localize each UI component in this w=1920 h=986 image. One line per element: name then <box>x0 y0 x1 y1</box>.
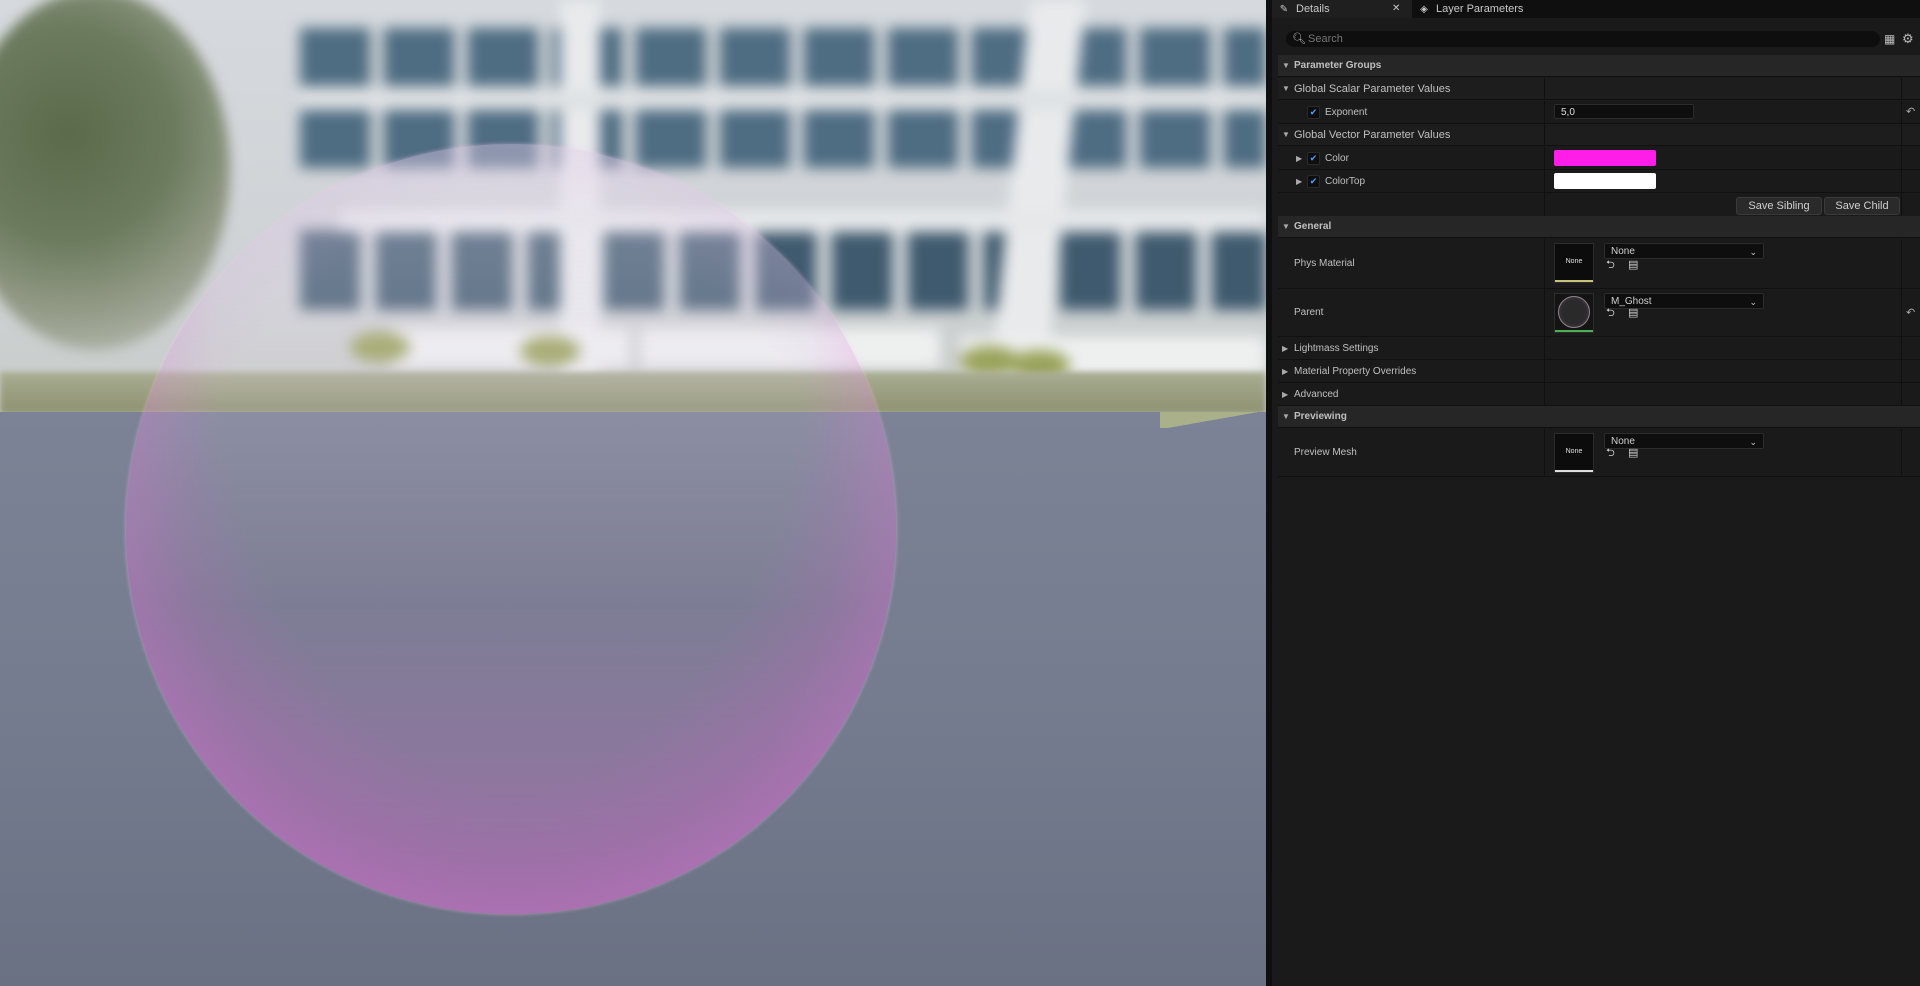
reset-to-default-icon[interactable]: ↶ <box>1906 101 1915 124</box>
param-row-colortop: ▶ ✔ ColorTop <box>1278 170 1920 193</box>
prop-label: Phys Material <box>1294 258 1355 269</box>
param-row-color: ▶ ✔ Color <box>1278 147 1920 170</box>
phys-material-thumbnail[interactable]: None <box>1554 243 1594 283</box>
expand-arrow-icon: ▶ <box>1282 390 1289 399</box>
exponent-value-field[interactable]: 5,0 <box>1554 104 1694 119</box>
tab-details-label: Details <box>1296 3 1330 15</box>
use-selected-icon[interactable]: ⮌ <box>1606 289 1615 337</box>
preview-mesh-thumbnail[interactable]: None <box>1554 433 1594 473</box>
chevron-down-icon: ⌄ <box>1749 247 1757 257</box>
save-child-button[interactable]: Save Child <box>1824 197 1900 215</box>
save-buttons-row: Save Sibling Save Child <box>1278 193 1920 217</box>
chevron-down-icon: ⌄ <box>1749 297 1757 307</box>
param-label: Exponent <box>1325 107 1368 118</box>
browse-folder-icon[interactable]: ▤ <box>1628 429 1638 477</box>
thumbnail-label: None <box>1565 448 1583 455</box>
reset-to-default-icon[interactable]: ↶ <box>1906 289 1915 337</box>
expand-arrow-icon[interactable]: ▶ <box>1296 147 1302 170</box>
search-row: 🔍︎ ▦ ⚙ <box>1272 28 1920 52</box>
exponent-override-checkbox[interactable]: ✔ <box>1307 106 1320 119</box>
table-view-icon[interactable]: ▦ <box>1884 33 1896 45</box>
collapse-arrow-icon: ▼ <box>1282 130 1290 139</box>
param-label: Color <box>1325 153 1349 164</box>
category-label: Previewing <box>1294 411 1347 422</box>
tab-bar: ✎ Details ✕ ◈ Layer Parameters <box>1272 0 1920 18</box>
save-sibling-button[interactable]: Save Sibling <box>1736 197 1822 215</box>
group-label: Global Vector Parameter Values <box>1294 129 1451 141</box>
gear-icon[interactable]: ⚙ <box>1902 32 1914 46</box>
preview-sphere-glow <box>126 144 896 914</box>
group-global-scalar[interactable]: ▼ Global Scalar Parameter Values <box>1278 78 1920 100</box>
category-parameter-groups[interactable]: ▼ Parameter Groups <box>1278 55 1920 77</box>
tab-layer-label: Layer Parameters <box>1436 3 1524 15</box>
details-panel: ✎ Details ✕ ◈ Layer Parameters 🔍︎ ▦ ⚙ ▼ Pa… <box>1266 0 1920 986</box>
group-label: Global Scalar Parameter Values <box>1294 83 1451 95</box>
collapse-arrow-icon: ▼ <box>1282 222 1290 231</box>
browse-folder-icon[interactable]: ▤ <box>1628 239 1638 291</box>
search-input[interactable] <box>1308 31 1868 47</box>
expand-arrow-icon: ▶ <box>1282 344 1289 353</box>
collapse-arrow-icon: ▼ <box>1282 61 1290 70</box>
param-row-exponent: ✔ Exponent 5,0 ↶ <box>1278 101 1920 124</box>
expand-arrow-icon[interactable]: ▶ <box>1296 170 1302 193</box>
section-label: Lightmass Settings <box>1294 343 1379 354</box>
tab-details[interactable]: ✎ Details ✕ <box>1272 0 1412 18</box>
colortop-swatch[interactable] <box>1554 173 1656 189</box>
section-advanced[interactable]: ▶ Advanced <box>1278 383 1920 406</box>
prop-label: Preview Mesh <box>1294 447 1357 458</box>
floor-edge <box>1160 412 1266 428</box>
param-label: ColorTop <box>1325 176 1366 187</box>
level-viewport[interactable] <box>0 0 1266 986</box>
thumbnail-label: None <box>1565 258 1583 265</box>
category-label: General <box>1294 221 1332 232</box>
expand-arrow-icon: ▶ <box>1282 367 1289 376</box>
use-selected-icon[interactable]: ⮌ <box>1606 429 1615 477</box>
prop-label: Parent <box>1294 307 1324 318</box>
category-general[interactable]: ▼ General <box>1278 216 1920 238</box>
pencil-icon: ✎ <box>1279 4 1289 15</box>
section-material-property-overrides[interactable]: ▶ Material Property Overrides <box>1278 360 1920 383</box>
search-box[interactable]: 🔍︎ <box>1286 31 1880 47</box>
parent-material-thumbnail[interactable] <box>1554 293 1594 333</box>
section-label: Advanced <box>1294 389 1339 400</box>
collapse-arrow-icon: ▼ <box>1282 412 1290 421</box>
colortop-override-checkbox[interactable]: ✔ <box>1307 175 1320 188</box>
prop-row-phys-material: Phys Material None None ⌄ ⮌ ▤ <box>1278 239 1920 289</box>
search-icon: 🔍︎ <box>1292 33 1306 45</box>
collapse-arrow-icon: ▼ <box>1282 84 1290 93</box>
prop-row-parent: Parent M_Ghost ⌄ ⮌ ▤ ↶ <box>1278 289 1920 337</box>
browse-folder-icon[interactable]: ▤ <box>1628 289 1638 337</box>
group-global-vector[interactable]: ▼ Global Vector Parameter Values <box>1278 124 1920 146</box>
section-label: Material Property Overrides <box>1294 366 1417 377</box>
category-label: Parameter Groups <box>1294 60 1382 71</box>
color-override-checkbox[interactable]: ✔ <box>1307 152 1320 165</box>
category-previewing[interactable]: ▼ Previewing <box>1278 406 1920 428</box>
color-swatch[interactable] <box>1554 150 1656 166</box>
use-selected-icon[interactable]: ⮌ <box>1606 239 1615 291</box>
layers-icon: ◈ <box>1420 4 1428 15</box>
section-lightmass-settings[interactable]: ▶ Lightmass Settings <box>1278 337 1920 360</box>
close-icon[interactable]: ✕ <box>1392 0 1400 18</box>
tab-layer-parameters[interactable]: ◈ Layer Parameters <box>1412 0 1592 18</box>
prop-row-preview-mesh: Preview Mesh None None ⌄ ⮌ ▤ <box>1278 429 1920 477</box>
chevron-down-icon: ⌄ <box>1749 437 1757 447</box>
